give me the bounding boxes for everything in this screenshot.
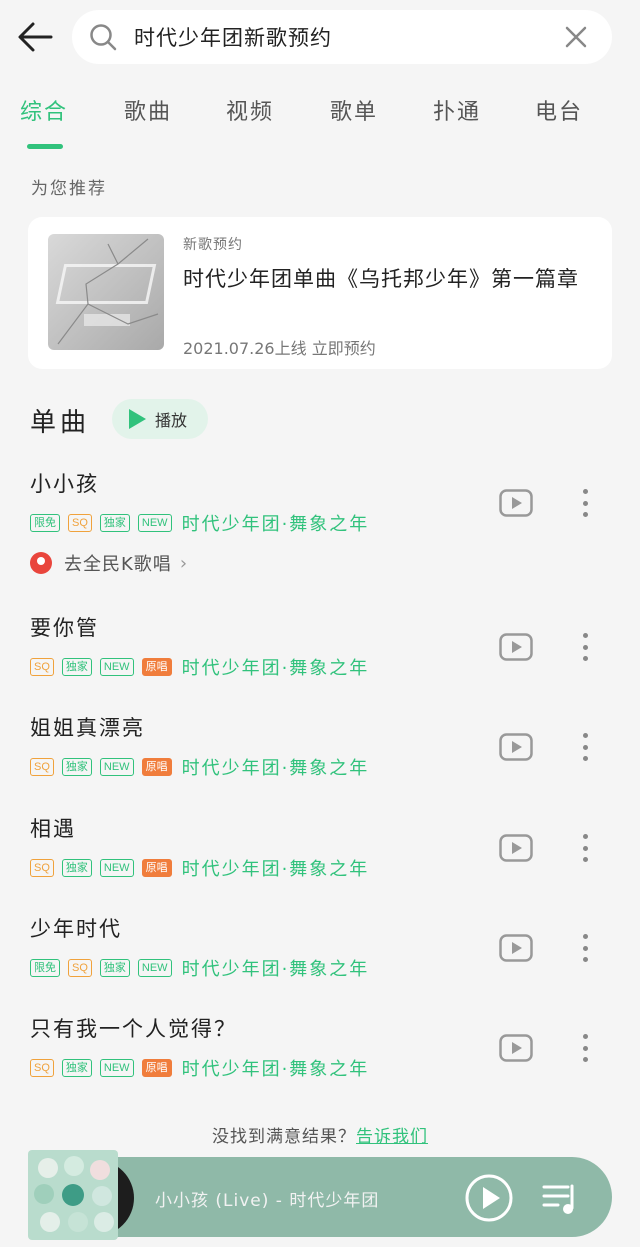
player-play-button[interactable]	[464, 1173, 514, 1223]
more-icon[interactable]	[574, 629, 596, 665]
playlist-icon[interactable]	[542, 1182, 580, 1216]
song-title: 小小孩	[30, 472, 99, 496]
song-meta: SQ 独家 NEW 原唱 时代少年团·舞象之年	[30, 1055, 370, 1081]
tab-songs[interactable]: 歌曲	[124, 94, 172, 126]
song-title: 只有我一个人觉得？	[30, 1017, 237, 1041]
play-all-label: 播放	[155, 411, 188, 430]
tab-videos[interactable]: 视频	[226, 94, 274, 126]
song-badge: NEW	[99, 1059, 134, 1077]
now-playing-title: 小小孩 (Live) - 时代少年团	[155, 1191, 380, 1211]
tab-all[interactable]: 综合	[20, 94, 68, 126]
song-row[interactable]: 只有我一个人觉得？ SQ 独家 NEW 原唱 时代少年团·舞象之年	[0, 1013, 640, 1103]
more-icon[interactable]	[574, 485, 596, 521]
song-artist[interactable]: 时代少年团·舞象之年	[182, 1055, 370, 1081]
song-badge: NEW	[99, 758, 134, 776]
song-artist[interactable]: 时代少年团·舞象之年	[182, 955, 370, 981]
song-row[interactable]: 少年时代限免 SQ 独家 NEW 时代少年团·舞象之年	[0, 913, 640, 1003]
recommend-title: 时代少年团单曲《乌托邦少年》第一篇章	[183, 267, 579, 291]
feedback: 没找到满意结果？告诉我们	[0, 1122, 640, 1147]
mv-play-icon[interactable]	[499, 1034, 533, 1062]
search-input[interactable]: 时代少年团新歌预约	[134, 22, 556, 52]
search-icon	[88, 22, 118, 52]
song-title: 要你管	[30, 616, 99, 640]
song-badge: SQ	[30, 758, 54, 776]
song-badge: 独家	[99, 959, 130, 977]
song-badge: SQ	[30, 1059, 54, 1077]
song-badge: 原唱	[141, 758, 172, 776]
mv-play-icon[interactable]	[499, 834, 533, 862]
song-row[interactable]: 小小孩限免 SQ 独家 NEW 时代少年团·舞象之年	[0, 468, 640, 558]
back-arrow-icon	[18, 22, 53, 52]
song-badge: SQ	[30, 658, 54, 676]
tab-playlists[interactable]: 歌单	[330, 94, 378, 126]
song-badge: SQ	[68, 959, 92, 977]
recommend-label: 为您推荐	[31, 179, 107, 199]
more-icon[interactable]	[574, 830, 596, 866]
song-badge: 独家	[61, 1059, 92, 1077]
song-badge: 原唱	[141, 859, 172, 877]
ksong-link[interactable]: 去全民K歌唱 ›	[30, 550, 187, 576]
song-artist[interactable]: 时代少年团·舞象之年	[182, 855, 370, 881]
feedback-text: 没找到满意结果？	[212, 1127, 356, 1147]
tab-radio[interactable]: 电台	[535, 94, 583, 126]
song-badge: 独家	[99, 514, 130, 532]
header: 时代少年团新歌预约 综合 歌曲 视频 歌单 扑通 电台	[0, 0, 640, 150]
feedback-link[interactable]: 告诉我们	[356, 1127, 428, 1147]
mv-play-icon[interactable]	[499, 934, 533, 962]
recommend-card[interactable]: 新歌预约 时代少年团单曲《乌托邦少年》第一篇章 2021.07.26上线 立即预…	[28, 217, 612, 369]
tab-indicator	[27, 144, 63, 149]
song-badge: 原唱	[141, 1059, 172, 1077]
mv-play-icon[interactable]	[499, 733, 533, 761]
ksong-icon	[30, 552, 52, 574]
play-icon	[129, 409, 146, 429]
tab-bar: 综合 歌曲 视频 歌单 扑通 电台	[0, 88, 640, 149]
song-badge: NEW	[137, 959, 172, 977]
album-cover	[48, 234, 164, 350]
song-badge: 独家	[61, 859, 92, 877]
more-icon[interactable]	[574, 1030, 596, 1066]
song-badge: SQ	[68, 514, 92, 532]
song-artist[interactable]: 时代少年团·舞象之年	[182, 510, 370, 536]
search-box[interactable]: 时代少年团新歌预约	[72, 10, 612, 64]
song-badge: 独家	[61, 658, 92, 676]
song-badge: NEW	[99, 859, 134, 877]
song-row[interactable]: 要你管 SQ 独家 NEW 原唱 时代少年团·舞象之年	[0, 612, 640, 702]
song-badge: 独家	[61, 758, 92, 776]
song-badge: SQ	[30, 859, 54, 877]
song-meta: SQ 独家 NEW 原唱 时代少年团·舞象之年	[30, 855, 370, 881]
song-meta: 限免 SQ 独家 NEW 时代少年团·舞象之年	[30, 510, 370, 536]
song-title: 少年时代	[30, 917, 122, 941]
more-icon[interactable]	[574, 930, 596, 966]
song-artist[interactable]: 时代少年团·舞象之年	[182, 754, 370, 780]
song-meta: 限免 SQ 独家 NEW 时代少年团·舞象之年	[30, 955, 370, 981]
play-all-button[interactable]: 播放	[112, 399, 208, 439]
song-title: 相遇	[30, 817, 76, 841]
more-icon[interactable]	[574, 729, 596, 765]
song-badge: NEW	[99, 658, 134, 676]
song-title: 姐姐真漂亮	[30, 716, 145, 740]
chevron-right-icon: ›	[179, 552, 188, 574]
song-badge: 原唱	[141, 658, 172, 676]
song-meta: SQ 独家 NEW 原唱 时代少年团·舞象之年	[30, 754, 370, 780]
song-meta: SQ 独家 NEW 原唱 时代少年团·舞象之年	[30, 654, 370, 680]
tab-putong[interactable]: 扑通	[433, 94, 481, 126]
song-artist[interactable]: 时代少年团·舞象之年	[182, 654, 370, 680]
song-row[interactable]: 姐姐真漂亮 SQ 独家 NEW 原唱 时代少年团·舞象之年	[0, 712, 640, 802]
close-icon	[565, 26, 587, 48]
singles-title: 单曲	[30, 408, 91, 438]
clear-search-button[interactable]	[556, 17, 596, 57]
song-badge: NEW	[137, 514, 172, 532]
mv-play-icon[interactable]	[499, 633, 533, 661]
ksong-label: 去全民K歌唱	[64, 554, 172, 575]
recommend-tag: 新歌预约	[183, 237, 243, 253]
recommend-subtitle: 2021.07.26上线 立即预约	[183, 339, 376, 358]
song-badge: 限免	[30, 514, 60, 532]
song-row[interactable]: 相遇 SQ 独家 NEW 原唱 时代少年团·舞象之年	[0, 813, 640, 903]
player-album-cover[interactable]	[28, 1150, 118, 1240]
mv-play-icon[interactable]	[499, 489, 533, 517]
back-button[interactable]	[14, 16, 56, 58]
song-badge: 限免	[30, 959, 60, 977]
